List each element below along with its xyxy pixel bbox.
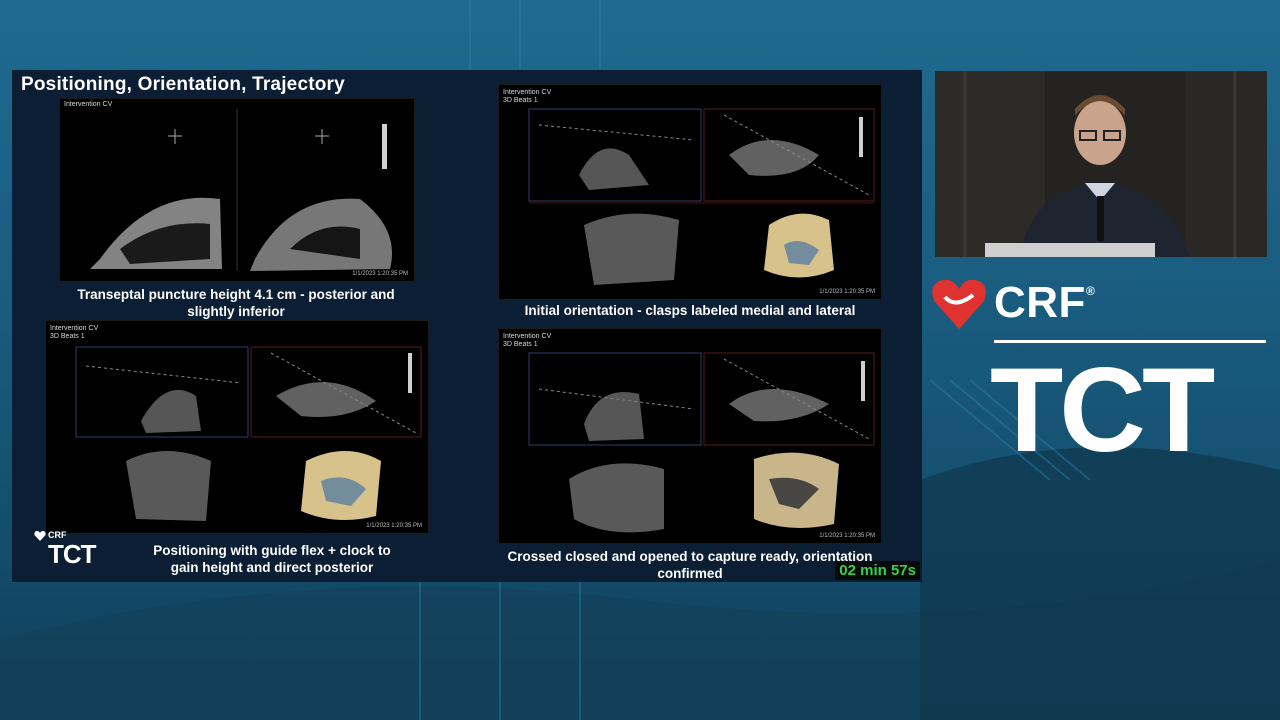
echo-panel-top-left: Intervention CV 1/1/2023 1:20:35 PM bbox=[59, 98, 415, 282]
echo-panel-top-right: Intervention CV 3D Beats 1 1/1/2023 1:20… bbox=[498, 84, 882, 300]
tct-mini-logo: CRF TCT bbox=[34, 530, 114, 574]
echo-image-3d bbox=[528, 352, 875, 533]
caption-top-right: Initial orientation - clasps labeled med… bbox=[524, 303, 856, 318]
panel-date: 1/1/2023 1:20:35 PM bbox=[819, 289, 875, 295]
echo-panel-bottom-left: Intervention CV 3D Beats 1 1/1/2023 1:20… bbox=[45, 320, 429, 534]
brand-crf: CRF® bbox=[994, 278, 1096, 327]
caption-top-left: Transeptal puncture height 4.1 cm - post… bbox=[77, 287, 395, 319]
speaker-image bbox=[935, 71, 1267, 257]
echo-panel-bottom-right: Intervention CV 3D Beats 1 1/1/2023 1:20… bbox=[498, 328, 882, 544]
panel-date: 1/1/2023 1:20:35 PM bbox=[819, 533, 875, 539]
elapsed-timer: 02 min 57s bbox=[835, 561, 920, 580]
caption-bottom-left: Positioning with guide flex + clock to g… bbox=[153, 543, 391, 575]
speaker-video bbox=[935, 71, 1267, 257]
echo-image-3d bbox=[528, 108, 875, 285]
panel-date: 1/1/2023 1:20:35 PM bbox=[352, 271, 408, 277]
brand-tct: TCT bbox=[990, 343, 1215, 477]
presentation-slide: Positioning, Orientation, Trajectory Int… bbox=[12, 70, 922, 582]
echo-image-2d bbox=[90, 109, 392, 271]
echo-image-3d bbox=[75, 346, 422, 521]
crf-heart-icon bbox=[34, 531, 46, 541]
crf-heart-icon bbox=[932, 279, 986, 329]
slide-title: Positioning, Orientation, Trajectory bbox=[21, 74, 345, 95]
panel-date: 1/1/2023 1:20:35 PM bbox=[366, 523, 422, 529]
